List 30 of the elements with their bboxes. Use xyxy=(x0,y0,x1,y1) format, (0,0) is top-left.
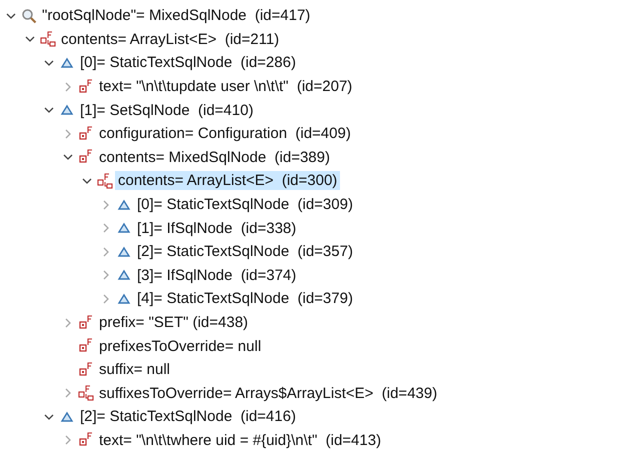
tree-item[interactable]: prefix= "SET" (id=438) xyxy=(96,313,252,332)
field-icon xyxy=(78,78,94,95)
tree-item[interactable]: suffix= null xyxy=(96,360,174,380)
array-field-icon xyxy=(78,385,94,402)
field-icon xyxy=(78,149,94,166)
field-icon xyxy=(78,362,94,378)
tree-item[interactable]: "rootSqlNode"= MixedSqlNode (id=417) xyxy=(39,6,314,26)
tree-item[interactable]: contents= ArrayList<E> (id=211) xyxy=(58,30,282,49)
tree-item[interactable]: contents= ArrayList<E> (id=300) xyxy=(115,171,340,190)
tree-item[interactable]: [0]= StaticTextSqlNode (id=309) xyxy=(134,195,356,214)
field-icon xyxy=(78,338,94,354)
tree-item[interactable]: prefixesToOverride= null xyxy=(96,336,264,356)
tree-item[interactable]: [3]= IfSqlNode (id=374) xyxy=(134,266,300,285)
tree-item[interactable]: configuration= Configuration (id=409) xyxy=(96,124,354,144)
tree-item[interactable]: [2]= StaticTextSqlNode (id=357) xyxy=(134,242,356,262)
tree-item[interactable]: [0]= StaticTextSqlNode (id=286) xyxy=(77,53,299,72)
search-icon xyxy=(21,8,37,24)
tree-item[interactable]: [1]= SetSqlNode (id=410) xyxy=(77,100,256,120)
array-field-icon xyxy=(40,31,56,48)
tree-item[interactable]: text= "\n\t\tupdate user \n\t\t" (id=207) xyxy=(96,77,356,96)
tree-item[interactable]: contents= MixedSqlNode (id=389) xyxy=(96,148,333,167)
tree-item[interactable]: [4]= StaticTextSqlNode (id=379) xyxy=(134,289,356,308)
tree-item[interactable]: text= "\n\t\twhere uid = #{uid}\n\t" (id=413) xyxy=(96,430,384,450)
tree-item[interactable]: [1]= IfSqlNode (id=338) xyxy=(134,218,300,238)
tree-item[interactable]: suffixesToOverride= Arrays$ArrayList<E> (id=439) xyxy=(96,384,440,403)
field-icon xyxy=(78,314,94,331)
tree-item[interactable]: [2]= StaticTextSqlNode (id=416) xyxy=(77,407,299,426)
field-icon xyxy=(78,126,94,142)
array-field-icon xyxy=(97,172,113,189)
field-icon xyxy=(78,432,94,448)
